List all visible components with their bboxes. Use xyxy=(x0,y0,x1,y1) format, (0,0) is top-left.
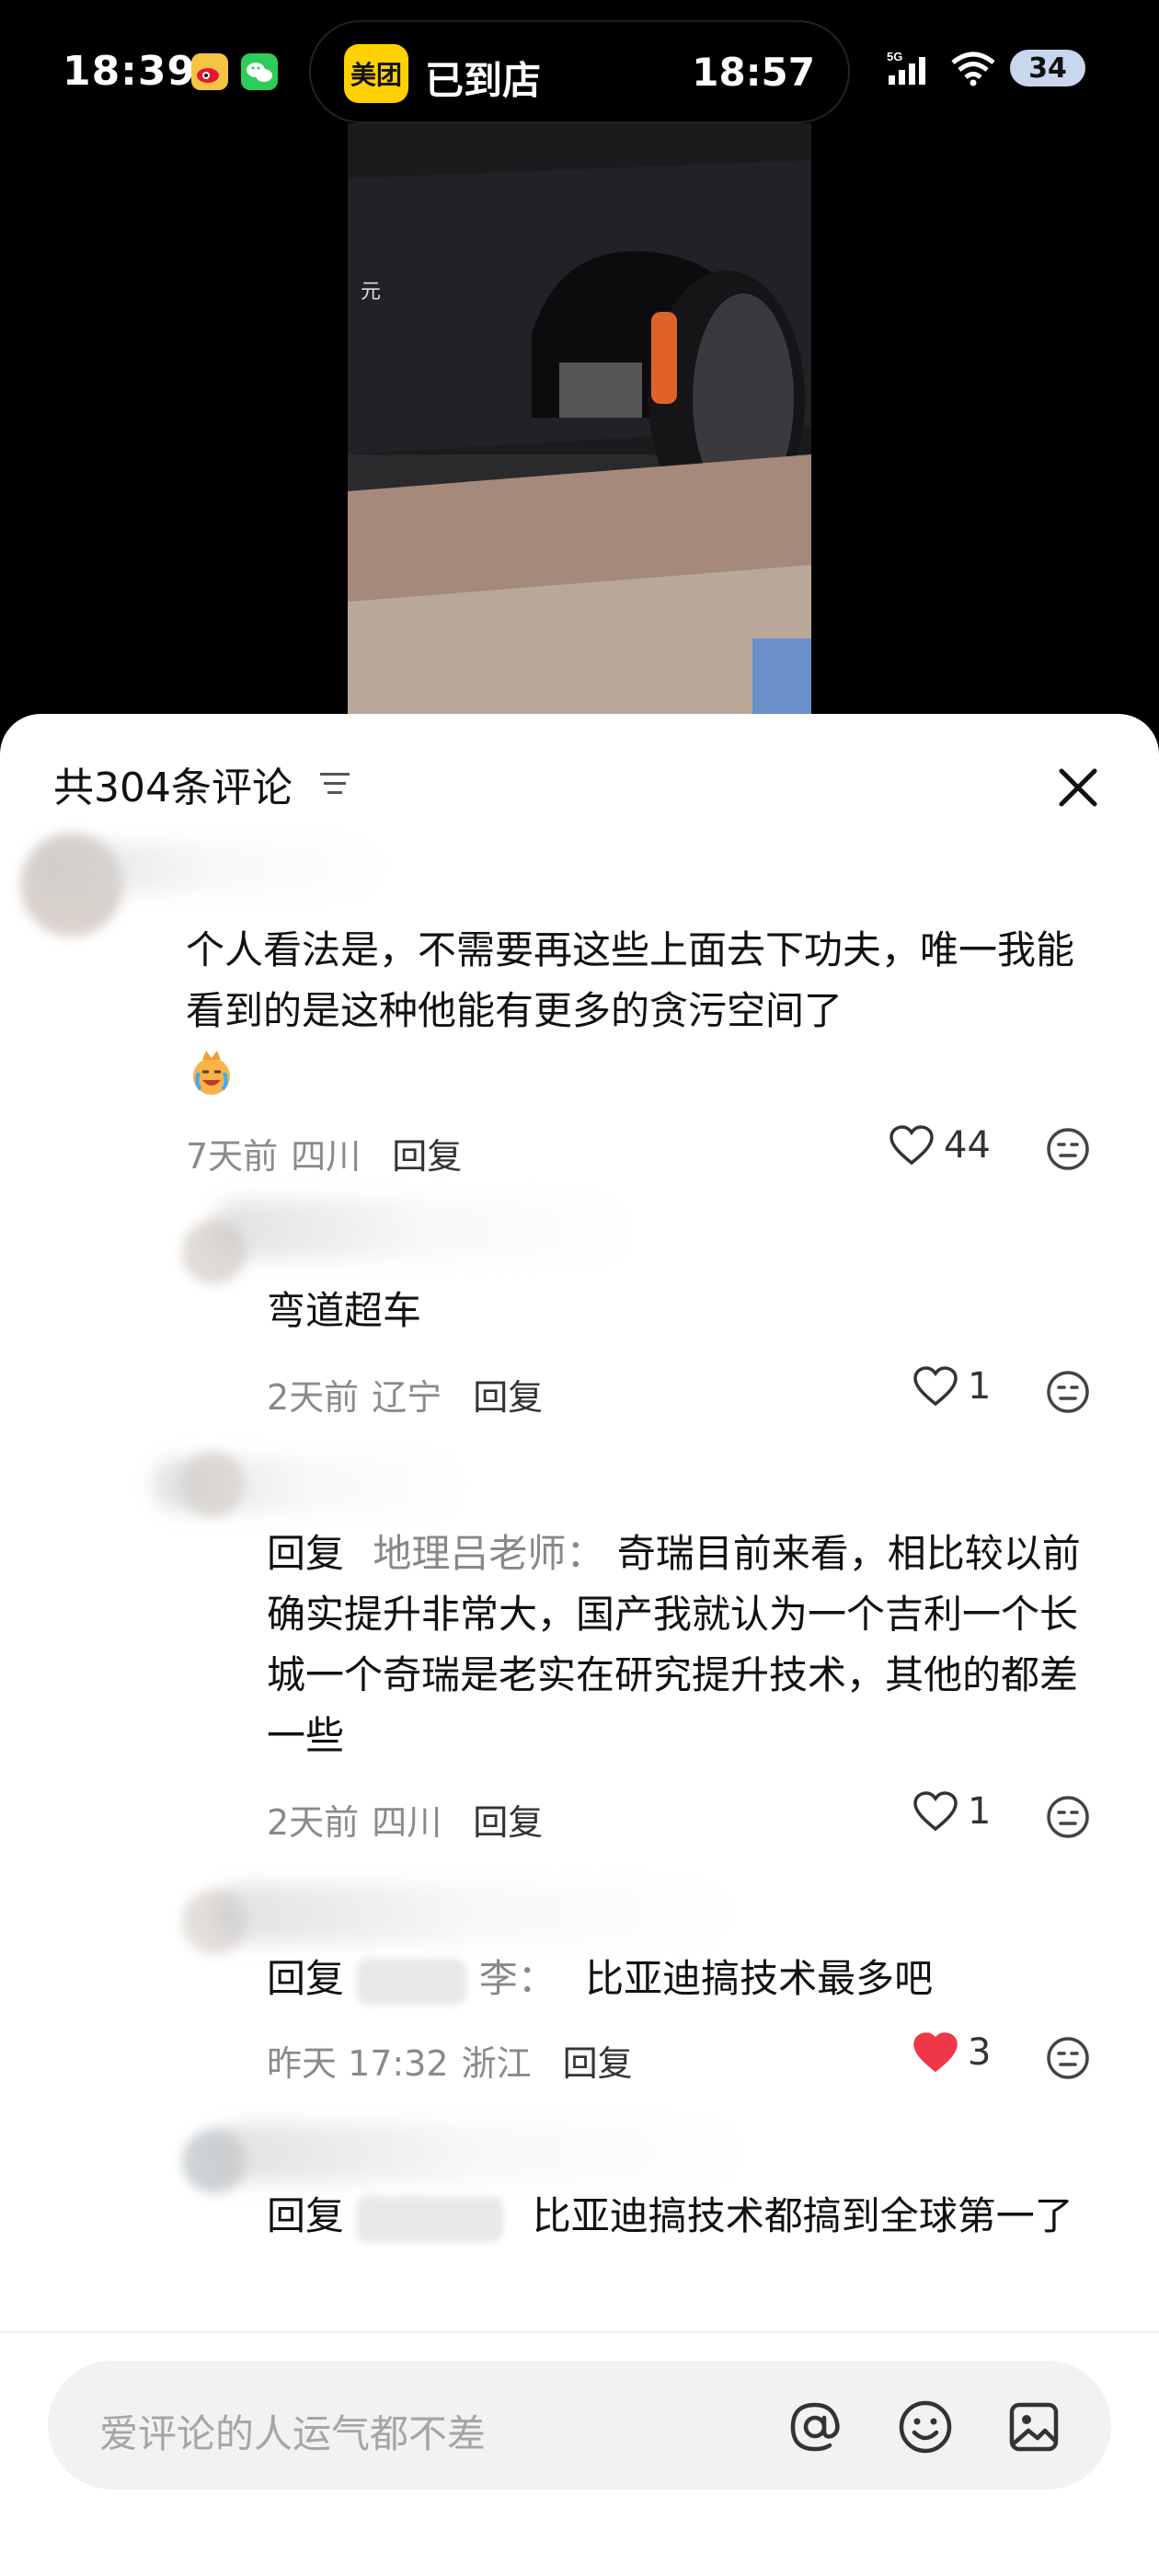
comment-location: 四川 xyxy=(372,1802,442,1843)
reply-button[interactable]: 回复 xyxy=(392,1128,462,1179)
crying-laugh-emoji-icon xyxy=(186,1047,237,1098)
reply-prefix: 回复 xyxy=(267,1531,345,1576)
comment-input-placeholder: 爱评论的人运气都不差 xyxy=(99,2411,487,2456)
dynamic-island[interactable]: 美团 已到店 18:57 xyxy=(309,20,850,123)
image-icon[interactable] xyxy=(1004,2398,1063,2456)
comment-meta: 昨天 17:32 浙江 回复 xyxy=(267,2035,633,2086)
status-right: 5G 34 xyxy=(887,50,1085,86)
comment-text: 个人看法是，不需要再这些上面去下功夫，唯一我能看到的是这种他能有更多的贪污空间了 xyxy=(186,927,1075,1033)
username-redacted xyxy=(212,1884,736,1943)
comment-meta: 2天前 四川 回复 xyxy=(267,1794,543,1845)
svg-text:5G: 5G xyxy=(887,50,902,63)
heart-icon xyxy=(913,1366,958,1407)
sort-icon[interactable] xyxy=(316,765,353,802)
comment-text-reply: 回复 李： 比亚迪搞技术最多吧 xyxy=(267,1949,1095,2009)
comment-header: 共304条评论 xyxy=(53,756,353,811)
comment-body: 比亚迪搞技术最多吧 xyxy=(585,1956,934,2001)
like-count: 1 xyxy=(968,1365,992,1408)
reply-prefix: 回复 xyxy=(267,2193,345,2238)
comment-text: 弯道超车 xyxy=(267,1288,422,1333)
comment-time: 昨天 17:32 xyxy=(267,2043,449,2084)
comment-sheet: 共304条评论 个人看法是，不需要再这些上面去下功夫，唯一我能看到的是这种他能有… xyxy=(0,714,1159,2576)
divider xyxy=(0,2331,1159,2333)
wifi-icon xyxy=(951,52,995,86)
signal-icon: 5G xyxy=(887,50,925,85)
island-time: 18:57 xyxy=(692,50,815,95)
at-icon[interactable] xyxy=(786,2398,844,2456)
like-count: 3 xyxy=(968,2031,992,2074)
comment-time: 2天前 xyxy=(267,1377,360,1418)
reply-button[interactable]: 回复 xyxy=(473,1369,543,1420)
emoji-react-icon[interactable] xyxy=(1045,1369,1091,1415)
comment-text-reply: 回复 比亚迪搞技术都搞到全球第一了 xyxy=(267,2186,1113,2247)
reply-button[interactable]: 回复 xyxy=(563,2035,633,2086)
wechat-icon xyxy=(241,53,278,90)
comment-location: 浙江 xyxy=(461,2043,532,2084)
comment-location: 辽宁 xyxy=(372,1377,442,1418)
emoji-icon[interactable] xyxy=(896,2398,955,2456)
like-count: 1 xyxy=(968,1790,992,1833)
like-button[interactable]: 1 xyxy=(912,1790,991,1833)
comment-count-title: 共304条评论 xyxy=(53,765,293,811)
comment-meta: 2天前 辽宁 回复 xyxy=(267,1369,543,1420)
island-status-text: 已到店 xyxy=(425,58,542,103)
svg-text:元: 元 xyxy=(361,281,381,304)
like-button[interactable]: 3 xyxy=(912,2031,991,2074)
reply-prefix: 回复 xyxy=(267,1956,345,2001)
reply-to-user[interactable]: 地理吕老师： xyxy=(373,1531,604,1576)
reply-to-user[interactable]: 李： xyxy=(479,1956,557,2001)
meituan-logo: 美团 xyxy=(344,44,408,103)
comment-location: 四川 xyxy=(291,1136,361,1177)
username-redacted xyxy=(153,1457,465,1512)
reply-button[interactable]: 回复 xyxy=(473,1794,543,1845)
redaction-block xyxy=(356,2195,504,2242)
emoji-react-icon[interactable] xyxy=(1045,2035,1091,2081)
username-redacted xyxy=(37,843,386,892)
weibo-icon xyxy=(191,53,228,90)
like-button[interactable]: 1 xyxy=(912,1365,991,1408)
heart-filled-icon xyxy=(913,2032,958,2073)
comment-body: 比亚迪搞技术都搞到全球第一了 xyxy=(532,2193,1073,2238)
close-icon[interactable] xyxy=(1054,764,1102,811)
comment-meta: 7天前 四川 回复 xyxy=(186,1128,462,1179)
emoji-react-icon[interactable] xyxy=(1045,1794,1091,1840)
username-redacted xyxy=(212,1200,635,1259)
emoji-react-icon[interactable] xyxy=(1045,1126,1091,1172)
video-frame[interactable]: 元 xyxy=(348,123,811,730)
comment-time: 7天前 xyxy=(186,1136,279,1177)
heart-icon xyxy=(889,1125,934,1166)
comment-input[interactable]: 爱评论的人运气都不差 xyxy=(48,2361,1111,2490)
status-time: 18:39 xyxy=(63,48,197,95)
username-redacted xyxy=(212,2123,745,2182)
like-count: 44 xyxy=(944,1124,991,1167)
redaction-block xyxy=(356,1958,467,2005)
like-button[interactable]: 44 xyxy=(889,1124,991,1167)
comment-text-reply: 回复 地理吕老师： 奇瑞目前来看，相比较以前确实提升非常大，国产我就认为一个吉利… xyxy=(267,1524,1113,1766)
comment-time: 2天前 xyxy=(267,1802,360,1843)
heart-icon xyxy=(913,1791,958,1832)
battery-indicator: 34 xyxy=(1010,50,1085,86)
